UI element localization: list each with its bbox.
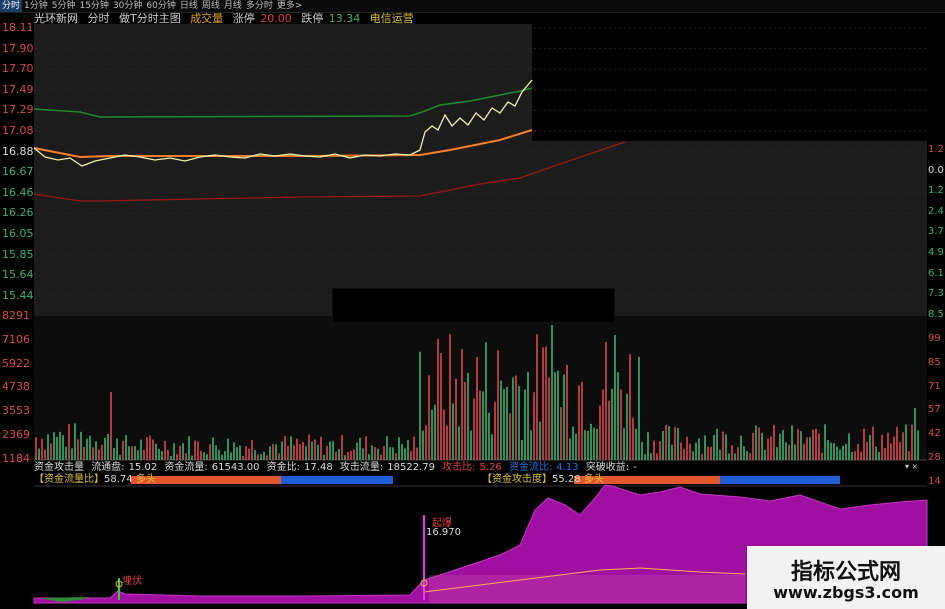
- price-axis-label: 17.29: [2, 103, 34, 117]
- redacted-overlay: [332, 288, 615, 323]
- indicator-breakout-value: -: [633, 462, 637, 473]
- watermark: 指标公式网 www.zbgs3.com: [747, 546, 945, 609]
- price-axis-label: 17.90: [2, 41, 34, 55]
- volume-right-axis-label: 85: [928, 356, 941, 368]
- price-axis-label: 16.26: [2, 206, 34, 220]
- right-axis-label: 7.3: [928, 288, 944, 300]
- indicator-ratio-value: 17.48: [304, 462, 333, 473]
- attack-degree-title: 【资金攻击度】: [482, 474, 552, 485]
- indicator-attack-ratio-value: 5.26: [479, 462, 502, 473]
- right-axis-label: 2.4: [928, 205, 944, 217]
- right-axis-label: 8.5: [928, 308, 944, 320]
- flow-ratio-label: 【资金流量比】58.74 多头: [34, 474, 156, 485]
- price-axis-label: 17.70: [2, 62, 34, 76]
- volume-right-axis-label: 71: [928, 380, 941, 392]
- watermark-title: 指标公式网: [790, 560, 901, 585]
- watermark-url: www.zbgs3.com: [773, 583, 919, 602]
- indicator-float-label: 流通盘:: [91, 462, 125, 473]
- indicator-breakout-label: 突破收益:: [585, 462, 630, 473]
- right-axis-label: 3.7: [928, 226, 944, 238]
- volume-axis-label: 7106: [2, 332, 30, 346]
- price-panel-upper-bg: [34, 24, 532, 141]
- price-axis-label: 16.46: [2, 185, 34, 199]
- volume-right-axis-label: 42: [928, 428, 941, 440]
- price-axis-label: 16.67: [2, 165, 34, 179]
- indicator-ratio-label: 资金比:: [266, 462, 301, 473]
- price-axis-label: 17.49: [2, 82, 34, 96]
- close-icon[interactable]: ▾ ×: [905, 462, 918, 471]
- volume-axis-label: 4738: [2, 380, 30, 394]
- price-axis-label: 15.44: [2, 288, 34, 302]
- price-axis-label: 15.85: [2, 247, 34, 261]
- volume-right-axis-label: 28: [928, 452, 941, 463]
- indicator-flow-value: 61543.00: [211, 462, 260, 473]
- right-axis-label: 0.0: [928, 164, 944, 176]
- attack-degree-value: 55.28: [552, 474, 581, 485]
- volume-axis-label: 1184: [2, 451, 30, 465]
- volume-axis-label: 8291: [2, 309, 30, 322]
- indicator-header: 资金攻击量 流通盘: 15.02 资金流量: 61543.00 资金比: 17.48 …: [34, 462, 641, 474]
- volume-right-axis-label: 99: [928, 333, 941, 344]
- flow-ratio-value: 58.74: [104, 474, 133, 485]
- attack-degree-tag: 多头: [583, 474, 604, 485]
- indicator-fund-ratio-value: 4.13: [556, 462, 579, 473]
- flow-ratio-title: 【资金流量比】: [34, 474, 104, 485]
- attack-degree-label: 【资金攻击度】55.28 多头: [482, 474, 604, 485]
- indicator-float-value: 15.02: [128, 462, 158, 473]
- price-axis-label: 16.88: [2, 144, 34, 158]
- volume-right-axis-label: 14: [928, 475, 941, 487]
- indicator-flow-label: 资金流量:: [164, 462, 208, 473]
- price-axis-label: 16.05: [2, 227, 34, 240]
- indicator-attack-ratio-label: 攻击比:: [442, 462, 476, 473]
- price-axis-label: 18.11: [2, 21, 34, 34]
- takeoff-price: 16.970: [426, 527, 461, 538]
- price-axis-label: 17.08: [2, 124, 34, 137]
- volume-axis-label: 5922: [2, 356, 30, 370]
- right-axis-label: 1.2: [928, 185, 944, 197]
- right-axis-label: 6.1: [928, 267, 944, 279]
- right-axis-label: 4.9: [928, 247, 944, 258]
- price-axis-label: 15.64: [2, 268, 34, 282]
- indicator-title[interactable]: 资金攻击量: [34, 462, 84, 473]
- volume-axis-label: 2369: [2, 428, 30, 441]
- flow-ratio-bar-blue: [281, 476, 393, 484]
- flow-ratio-tag: 多头: [135, 474, 156, 485]
- ambush-label: 埋伏: [122, 576, 142, 587]
- volume-right-axis-label: 57: [928, 404, 941, 416]
- attack-degree-bar-blue: [720, 476, 840, 484]
- right-axis-label: 1.2: [928, 144, 944, 155]
- indicator-attack-flow-value: 18522.79: [387, 462, 435, 473]
- indicator-attack-flow-label: 攻击流量:: [339, 462, 384, 473]
- indicator-fund-ratio-label: 资金流比:: [508, 462, 553, 473]
- volume-axis-label: 3553: [2, 404, 30, 418]
